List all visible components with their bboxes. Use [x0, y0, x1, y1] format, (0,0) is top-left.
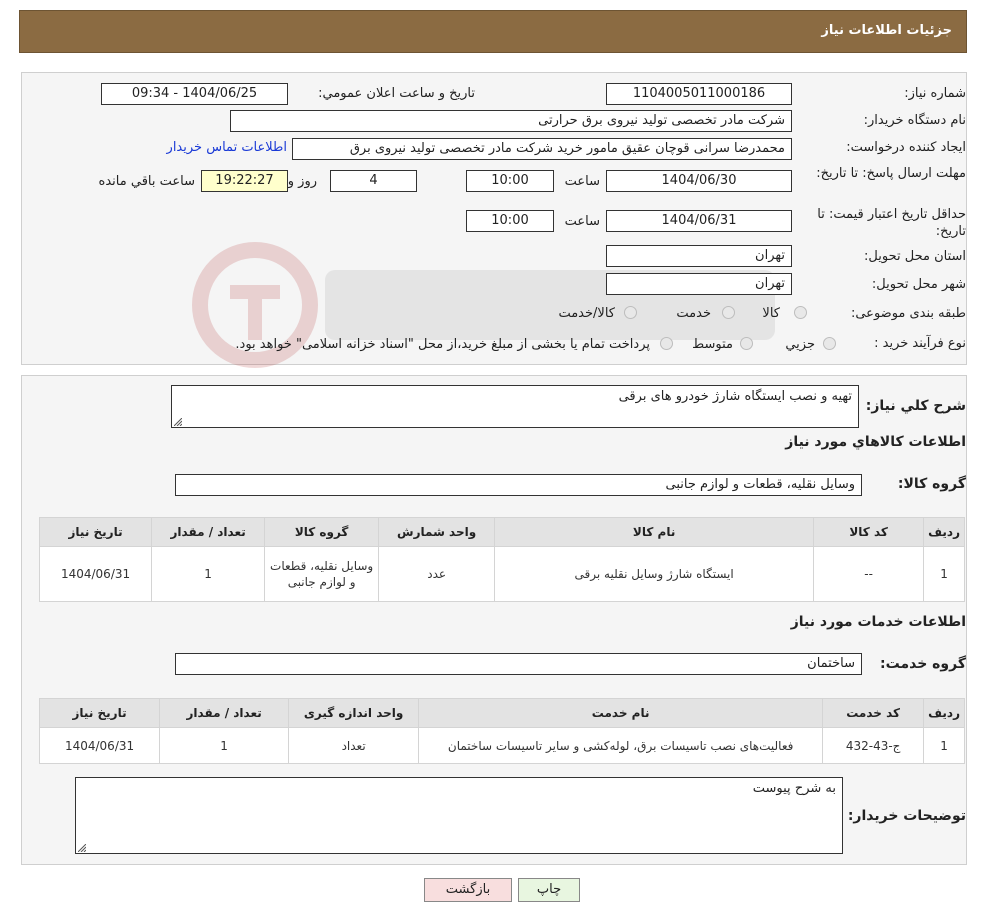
buyer-notes-textarea[interactable]: به شرح پیوست — [75, 777, 843, 854]
table-row: 1 -- ایستگاه شارژ وسایل نقلیه برقی عدد و… — [38, 546, 965, 602]
service-cell-qty: 1 — [159, 727, 290, 764]
category-label: طبقه بندی موضوعی: — [850, 306, 966, 321]
goods-col-row: رديف — [923, 517, 965, 547]
goods-group-field: وسایل نقلیه، قطعات و لوازم جانبی — [175, 474, 862, 496]
services-table: رديف کد خدمت نام خدمت واحد اندازه گيری ت… — [38, 698, 965, 764]
service-cell-name: فعالیت‌های نصب تاسیسات برق، لوله‌کشی و س… — [418, 727, 824, 764]
process-medium-radio[interactable] — [740, 337, 753, 350]
goods-col-unit: واحد شمارش — [378, 517, 496, 547]
validity-time-field: 10:00 — [466, 210, 554, 232]
services-table-wrap: رديف کد خدمت نام خدمت واحد اندازه گيری ت… — [38, 698, 965, 764]
province-field: تهران — [606, 245, 792, 267]
services-col-qty: تعداد / مقدار — [159, 698, 290, 728]
services-col-row: رديف — [923, 698, 965, 728]
remaining-time-field: 19:22:27 — [201, 170, 288, 192]
process-treasury-checkbox[interactable] — [660, 337, 673, 350]
goods-cell-group: وسایل نقلیه، قطعات و لوازم جانبی — [264, 546, 380, 602]
validity-time-label: ساعت — [564, 214, 600, 229]
resize-grip-icon — [174, 418, 182, 426]
province-label: استان محل تحویل: — [864, 249, 966, 264]
remaining-time-label: ساعت باقي مانده — [98, 174, 195, 189]
process-medium-label: متوسط — [692, 337, 733, 352]
service-cell-date: 1404/06/31 — [38, 727, 161, 764]
process-note: پرداخت تمام یا بخشی از مبلغ خرید،از محل … — [235, 337, 650, 352]
category-goods-service-label: کالا/خدمت — [558, 306, 615, 321]
goods-cell-code: -- — [813, 546, 925, 602]
validity-label: حداقل تاريخ اعتبار قيمت: تا تاريخ: — [817, 207, 966, 239]
services-col-name: نام خدمت — [418, 698, 824, 728]
description-label: شرح کلي نياز: — [865, 398, 966, 414]
services-section-title: اطلاعات خدمات مورد نياز — [790, 614, 966, 630]
city-label: شهر محل تحویل: — [871, 277, 966, 292]
announce-label: تاریخ و ساعت اعلان عمومي: — [318, 86, 475, 101]
buyer-notes-text: به شرح پیوست — [752, 781, 836, 796]
process-minor-radio[interactable] — [823, 337, 836, 350]
deadline-time-field: 10:00 — [466, 170, 554, 192]
validity-date-field: 1404/06/31 — [606, 210, 792, 232]
goods-section-title: اطلاعات کالاهاي مورد نياز — [785, 434, 966, 450]
table-row: 1 ج-43-432 فعالیت‌های نصب تاسیسات برق، ل… — [38, 727, 965, 764]
category-goods-service-radio[interactable] — [624, 306, 637, 319]
page-header: جزئیات اطلاعات نیاز — [19, 10, 967, 53]
goods-group-label: گروه کالا: — [897, 476, 966, 492]
city-field: تهران — [606, 273, 792, 295]
creator-field: محمدرضا سرانی قوچان عقیق مامور خرید شرکت… — [292, 138, 792, 160]
goods-col-name: نام کالا — [494, 517, 815, 547]
buyer-notes-label: توضيحات خريدار: — [847, 808, 966, 824]
services-table-header: رديف کد خدمت نام خدمت واحد اندازه گيری ت… — [38, 698, 965, 728]
deadline-label: مهلت ارسال پاسخ: تا تاريخ: — [816, 166, 966, 181]
print-button[interactable]: چاپ — [518, 878, 580, 902]
goods-col-date: تاريخ نياز — [38, 517, 153, 547]
category-goods-radio[interactable] — [794, 306, 807, 319]
announce-datetime-field: 1404/06/25 - 09:34 — [101, 83, 288, 105]
goods-table-wrap: رديف کد کالا نام کالا واحد شمارش گروه کا… — [38, 517, 965, 602]
goods-table: رديف کد کالا نام کالا واحد شمارش گروه کا… — [38, 517, 965, 602]
description-textarea[interactable]: تهیه و نصب ایستگاه شارژ خودرو های برقی — [171, 385, 859, 428]
services-col-code: کد خدمت — [822, 698, 925, 728]
service-cell-unit: تعداد — [288, 727, 420, 764]
category-goods-label: کالا — [762, 306, 780, 321]
service-cell-row: 1 — [923, 727, 965, 764]
goods-table-header: رديف کد کالا نام کالا واحد شمارش گروه کا… — [38, 517, 965, 547]
need-number-label: شماره نیاز: — [904, 86, 966, 101]
buyer-contact-link[interactable]: اطلاعات تماس خریدار — [167, 140, 287, 155]
goods-cell-name: ایستگاه شارژ وسایل نقلیه برقی — [494, 546, 815, 602]
days-field: 4 — [330, 170, 417, 192]
goods-cell-unit: عدد — [378, 546, 496, 602]
services-col-unit: واحد اندازه گيری — [288, 698, 420, 728]
goods-cell-qty: 1 — [151, 546, 266, 602]
deadline-time-label: ساعت — [564, 174, 600, 189]
category-service-radio[interactable] — [722, 306, 735, 319]
goods-col-group: گروه کالا — [264, 517, 380, 547]
services-col-date: تاريخ نياز — [38, 698, 161, 728]
goods-col-code: کد کالا — [813, 517, 925, 547]
process-minor-label: جزيي — [785, 337, 815, 352]
deadline-date-field: 1404/06/30 — [606, 170, 792, 192]
goods-col-qty: تعداد / مقدار — [151, 517, 266, 547]
service-group-label: گروه خدمت: — [880, 656, 966, 672]
category-service-label: خدمت — [676, 306, 711, 321]
back-button[interactable]: بازگشت — [424, 878, 512, 902]
service-group-field: ساختمان — [175, 653, 862, 675]
need-number-field: 1104005011000186 — [606, 83, 792, 105]
process-label: نوع فرآیند خرید : — [874, 336, 966, 351]
goods-cell-date: 1404/06/31 — [38, 546, 153, 602]
goods-cell-row: 1 — [923, 546, 965, 602]
days-label: روز و — [287, 174, 317, 189]
description-text: تهیه و نصب ایستگاه شارژ خودرو های برقی — [618, 389, 852, 404]
buyer-org-field: شرکت مادر تخصصی تولید نیروی برق حرارتی — [230, 110, 792, 132]
creator-label: ايجاد کننده درخواست: — [846, 140, 966, 155]
buyer-org-label: نام دستگاه خریدار: — [863, 113, 966, 128]
resize-grip-icon — [78, 844, 86, 852]
page-title: جزئیات اطلاعات نیاز — [821, 23, 952, 38]
service-cell-code: ج-43-432 — [822, 727, 925, 764]
